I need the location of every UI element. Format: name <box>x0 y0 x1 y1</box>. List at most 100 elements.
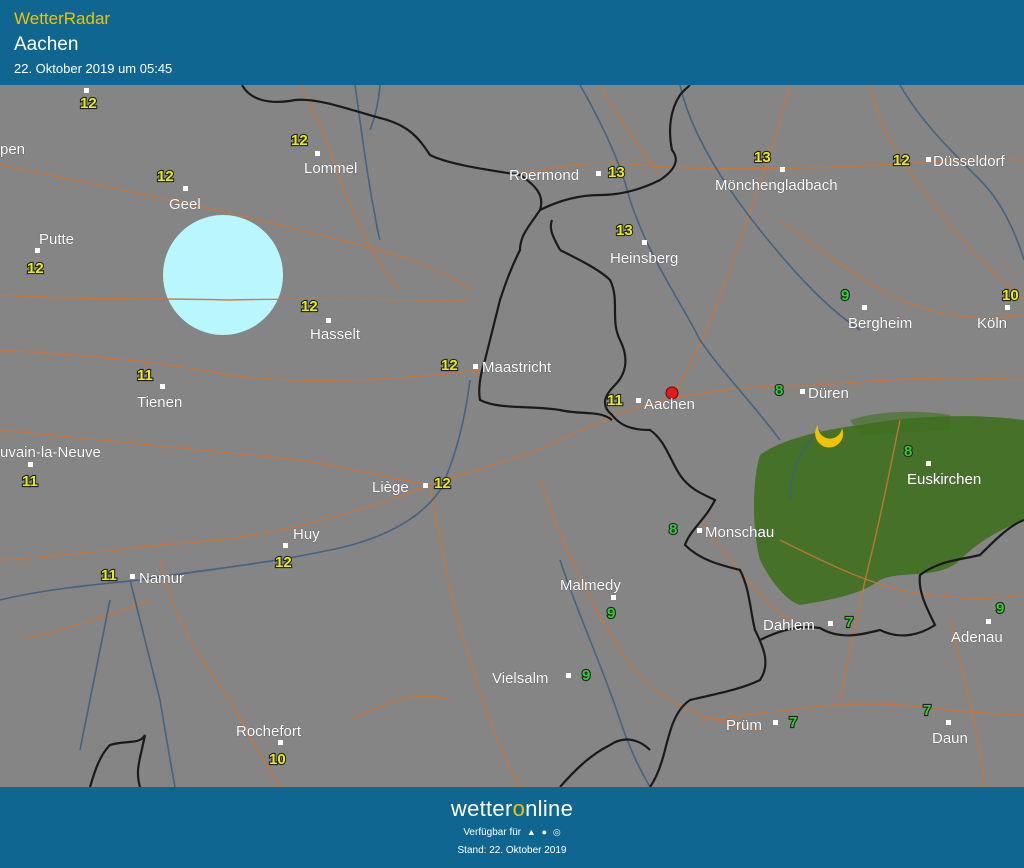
place-name: Euskirchen <box>907 471 981 488</box>
place-name: Malmedy <box>560 577 621 594</box>
place-dot <box>35 248 40 253</box>
place-dot <box>423 483 428 488</box>
temperature-label: 7 <box>923 702 931 719</box>
place-name: Adenau <box>951 629 1003 646</box>
wetteronline-logo[interactable]: wetteronline <box>0 796 1024 822</box>
place-dot <box>278 740 283 745</box>
place-name: Düren <box>808 385 849 402</box>
temperature-label: 12 <box>291 132 308 149</box>
place-name: uvain-la-Neuve <box>0 444 101 461</box>
temperature-label: 13 <box>616 222 633 239</box>
place-dot <box>828 621 833 626</box>
place-dot <box>1005 305 1010 310</box>
temperature-label: 9 <box>996 600 1004 617</box>
header-bar: WetterRadar Aachen 22. Oktober 2019 um 0… <box>0 0 1024 85</box>
logo-text: wetter <box>450 796 513 821</box>
place-name: Lommel <box>304 160 357 177</box>
place-dot <box>642 240 647 245</box>
place-dot <box>315 151 320 156</box>
place-dot <box>800 389 805 394</box>
place-dot <box>566 673 571 678</box>
web-icon[interactable]: ◎ <box>553 827 561 838</box>
data-stand: Stand: 22. Oktober 2019 <box>457 845 567 856</box>
temperature-label: 12 <box>275 554 292 571</box>
logo-o: o <box>512 796 526 821</box>
apple-icon[interactable]: ● <box>542 827 547 837</box>
place-dot <box>283 543 288 548</box>
temperature-label: 12 <box>434 475 451 492</box>
place-dot <box>780 167 785 172</box>
temperature-label: 9 <box>582 667 590 684</box>
availability-line: Verfügbar für ▲ ● ◎ <box>0 827 1024 838</box>
place-dot <box>84 88 89 93</box>
temperature-label: 13 <box>754 149 771 166</box>
place-name: Mönchengladbach <box>715 177 838 194</box>
temperature-label: 12 <box>893 152 910 169</box>
place-name: Prüm <box>726 717 762 734</box>
place-name: Monschau <box>705 524 774 541</box>
place-dot <box>946 720 951 725</box>
sun-icon <box>163 215 283 335</box>
footer-bar: wetteronline Verfügbar für ▲ ● ◎ Stand: … <box>0 787 1024 868</box>
place-dot <box>611 595 616 600</box>
temperature-label: 10 <box>1002 287 1019 304</box>
place-dot <box>28 462 33 467</box>
place-dot <box>636 398 641 403</box>
place-dot <box>986 619 991 624</box>
place-dot <box>596 171 601 176</box>
temperature-label: 13 <box>608 164 625 181</box>
place-name: Namur <box>139 570 184 587</box>
temperature-label: 11 <box>137 367 153 384</box>
place-name: Geel <box>169 196 201 213</box>
place-name: Düsseldorf <box>933 153 1006 170</box>
map-canvas: 12 12 Lommel pen 12 Geel Putte 12 12 Has… <box>0 85 1024 787</box>
place-dot <box>183 186 188 191</box>
place-dot <box>473 364 478 369</box>
temperature-label: 12 <box>157 168 174 185</box>
place-dot <box>926 157 931 162</box>
place-name: pen <box>0 141 25 158</box>
place-name: Heinsberg <box>610 250 678 267</box>
place-name: Huy <box>293 526 320 543</box>
temperature-label: 12 <box>80 95 97 112</box>
place-name: Tienen <box>137 394 182 411</box>
app-title: WetterRadar <box>14 9 111 28</box>
timestamp: 22. Oktober 2019 um 05:45 <box>14 61 173 76</box>
temperature-label: 12 <box>441 357 458 374</box>
location-title: Aachen <box>14 34 79 55</box>
place-dot <box>130 574 135 579</box>
place-dot <box>862 305 867 310</box>
place-dot <box>773 720 778 725</box>
place-dot <box>697 528 702 533</box>
place-name: Hasselt <box>310 326 361 343</box>
place-name: Dahlem <box>763 617 815 634</box>
temperature-label: 11 <box>101 567 117 584</box>
place-dot <box>926 461 931 466</box>
place-name: Bergheim <box>848 315 912 332</box>
place-name: Köln <box>977 315 1007 332</box>
temperature-label: 9 <box>607 605 615 622</box>
temperature-label: 11 <box>22 473 38 490</box>
place-name: Maastricht <box>482 359 552 376</box>
place-dot <box>326 318 331 323</box>
android-icon[interactable]: ▲ <box>527 827 536 837</box>
temperature-label: 8 <box>904 443 912 460</box>
radar-map[interactable]: 12 12 Lommel pen 12 Geel Putte 12 12 Has… <box>0 85 1024 787</box>
place-name: Vielsalm <box>492 670 548 687</box>
logo-text-end: nline <box>525 796 574 821</box>
place-name: Putte <box>39 231 74 248</box>
temperature-label: 7 <box>789 714 797 731</box>
place-dot <box>160 384 165 389</box>
place-name: Daun <box>932 730 968 747</box>
place-name: Liège <box>372 479 409 496</box>
place-name: Roermond <box>509 167 579 184</box>
temperature-label: 8 <box>669 521 677 538</box>
temperature-label: 7 <box>845 614 853 631</box>
place-name: Aachen <box>644 396 695 413</box>
temperature-label: 9 <box>841 287 849 304</box>
temperature-label: 12 <box>27 260 44 277</box>
temperature-label: 8 <box>775 382 783 399</box>
temperature-label: 11 <box>607 392 623 409</box>
place-name: Rochefort <box>236 723 302 740</box>
rain-area <box>754 416 1024 605</box>
